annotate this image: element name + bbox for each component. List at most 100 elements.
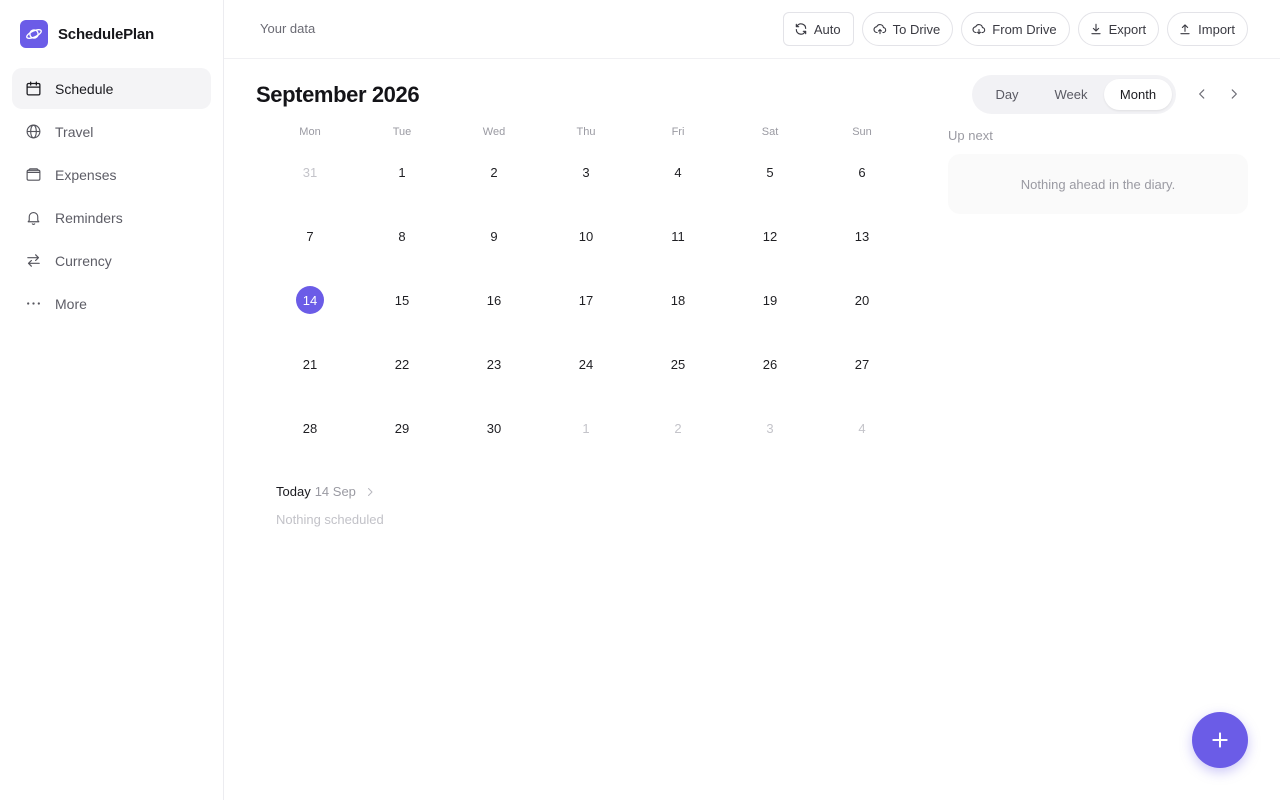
calendar-icon — [24, 80, 42, 98]
weekday-label: Sat — [761, 126, 779, 138]
day-number: 19 — [762, 292, 778, 308]
refresh-icon — [795, 23, 807, 35]
next-month-button[interactable] — [1224, 84, 1244, 104]
previous-month-button[interactable] — [1192, 84, 1212, 104]
day-number: 6 — [858, 164, 866, 180]
day-number: 12 — [762, 228, 778, 244]
calendar-day[interactable]: 3 — [724, 414, 816, 478]
sidebar-item-label: Expenses — [55, 166, 117, 183]
month-calendar: Mon Tue Wed Thu Fri Sat Sun 31 1 2 3 4 5 6 7 8 9 1… — [264, 126, 908, 478]
calendar-day[interactable]: 28 — [264, 414, 356, 478]
calendar-day[interactable]: 12 — [724, 222, 816, 286]
swap-icon — [24, 252, 42, 270]
add-event-button[interactable] — [1192, 712, 1248, 768]
calendar-day[interactable]: 22 — [356, 350, 448, 414]
today-header[interactable]: Today 14 Sep — [276, 484, 376, 499]
day-number: 26 — [762, 356, 778, 372]
view-day-tab[interactable]: Day — [976, 79, 1038, 110]
sidebar-item-label: Reminders — [55, 209, 123, 226]
calendar-day[interactable]: 16 — [448, 286, 540, 350]
calendar-day[interactable]: 6 — [816, 158, 908, 222]
globe-icon — [24, 123, 42, 141]
calendar-day[interactable]: 10 — [540, 222, 632, 286]
calendar-day[interactable]: 27 — [816, 350, 908, 414]
calendar-week-row: 31 1 2 3 4 5 6 — [264, 158, 908, 222]
calendar-day[interactable]: 20 — [816, 286, 908, 350]
calendar-week-row: 21 22 23 24 25 26 27 — [264, 350, 908, 414]
sidebar: SchedulePlan Schedule Travel Expenses Re… — [0, 0, 224, 800]
from-drive-label: From Drive — [992, 21, 1057, 37]
day-number: 15 — [394, 292, 410, 308]
month-title: September 2026 — [256, 82, 420, 107]
auto-sync-button[interactable]: Auto — [782, 12, 854, 46]
sidebar-item-expenses[interactable]: Expenses — [12, 154, 211, 195]
day-number: 25 — [670, 356, 686, 372]
chevron-right-icon — [1231, 89, 1237, 99]
calendar-day-today[interactable]: 14 — [264, 286, 356, 350]
data-actions: Auto To Drive From Drive Export Import — [782, 12, 1248, 46]
calendar-day[interactable]: 24 — [540, 350, 632, 414]
your-data-label: Your data — [260, 21, 316, 36]
day-number: 22 — [394, 356, 410, 372]
calendar-day[interactable]: 30 — [448, 414, 540, 478]
view-week-tab[interactable]: Week — [1038, 79, 1104, 110]
top-bar: Your data Auto To Drive From Drive Expor… — [224, 0, 1280, 59]
calendar-day[interactable]: 13 — [816, 222, 908, 286]
upload-icon — [1180, 24, 1190, 35]
day-number: 5 — [766, 164, 774, 180]
day-number: 1 — [582, 420, 590, 436]
sidebar-item-more[interactable]: More — [12, 283, 211, 324]
calendar-day[interactable]: 29 — [356, 414, 448, 478]
calendar-day[interactable]: 4 — [632, 158, 724, 222]
calendar-week-row: 14 15 16 17 18 19 20 — [264, 286, 908, 350]
day-number: 10 — [578, 228, 594, 244]
weekday-label: Fri — [671, 126, 685, 138]
sidebar-item-schedule[interactable]: Schedule — [12, 68, 211, 109]
sidebar-item-label: Travel — [55, 123, 94, 140]
calendar-day[interactable]: 5 — [724, 158, 816, 222]
weekday-label: Mon — [299, 126, 321, 138]
day-number: 3 — [582, 164, 590, 180]
calendar-day[interactable]: 15 — [356, 286, 448, 350]
calendar-day[interactable]: 2 — [632, 414, 724, 478]
calendar-day[interactable]: 26 — [724, 350, 816, 414]
brand[interactable]: SchedulePlan — [20, 20, 154, 48]
view-month-tab[interactable]: Month — [1104, 79, 1172, 110]
calendar-day[interactable]: 8 — [356, 222, 448, 286]
day-number: 18 — [670, 292, 686, 308]
day-number: 3 — [766, 420, 774, 436]
calendar-weeks: 31 1 2 3 4 5 6 7 8 9 10 11 12 13 14 15 16 17 18 19 20 21 22 23 2… — [264, 158, 908, 478]
calendar-day[interactable]: 7 — [264, 222, 356, 286]
calendar-day[interactable]: 19 — [724, 286, 816, 350]
calendar-day[interactable]: 25 — [632, 350, 724, 414]
today-date: 14 Sep — [314, 484, 356, 499]
calendar-day[interactable]: 9 — [448, 222, 540, 286]
calendar-day[interactable]: 31 — [264, 158, 356, 222]
calendar-day[interactable]: 4 — [816, 414, 908, 478]
calendar-day[interactable]: 3 — [540, 158, 632, 222]
day-number: 21 — [302, 356, 318, 372]
sidebar-nav: Schedule Travel Expenses Reminders Curre… — [12, 68, 211, 326]
app-name: SchedulePlan — [58, 25, 154, 43]
weekday-label: Thu — [576, 126, 596, 138]
sidebar-item-reminders[interactable]: Reminders — [12, 197, 211, 238]
calendar-day[interactable]: 1 — [540, 414, 632, 478]
day-number: 4 — [858, 420, 866, 436]
sidebar-item-travel[interactable]: Travel — [12, 111, 211, 152]
to-drive-button[interactable]: To Drive — [861, 12, 954, 46]
from-drive-button[interactable]: From Drive — [961, 12, 1070, 46]
export-button[interactable]: Export — [1077, 12, 1160, 46]
calendar-day[interactable]: 21 — [264, 350, 356, 414]
sidebar-item-label: More — [55, 295, 87, 312]
day-number: 30 — [486, 420, 502, 436]
calendar-day[interactable]: 2 — [448, 158, 540, 222]
download-icon — [1090, 23, 1101, 35]
calendar-day[interactable]: 18 — [632, 286, 724, 350]
calendar-day[interactable]: 11 — [632, 222, 724, 286]
calendar-day[interactable]: 1 — [356, 158, 448, 222]
calendar-week-row: 28 29 30 1 2 3 4 — [264, 414, 908, 478]
calendar-day[interactable]: 23 — [448, 350, 540, 414]
sidebar-item-currency[interactable]: Currency — [12, 240, 211, 281]
import-button[interactable]: Import — [1167, 12, 1248, 46]
calendar-day[interactable]: 17 — [540, 286, 632, 350]
